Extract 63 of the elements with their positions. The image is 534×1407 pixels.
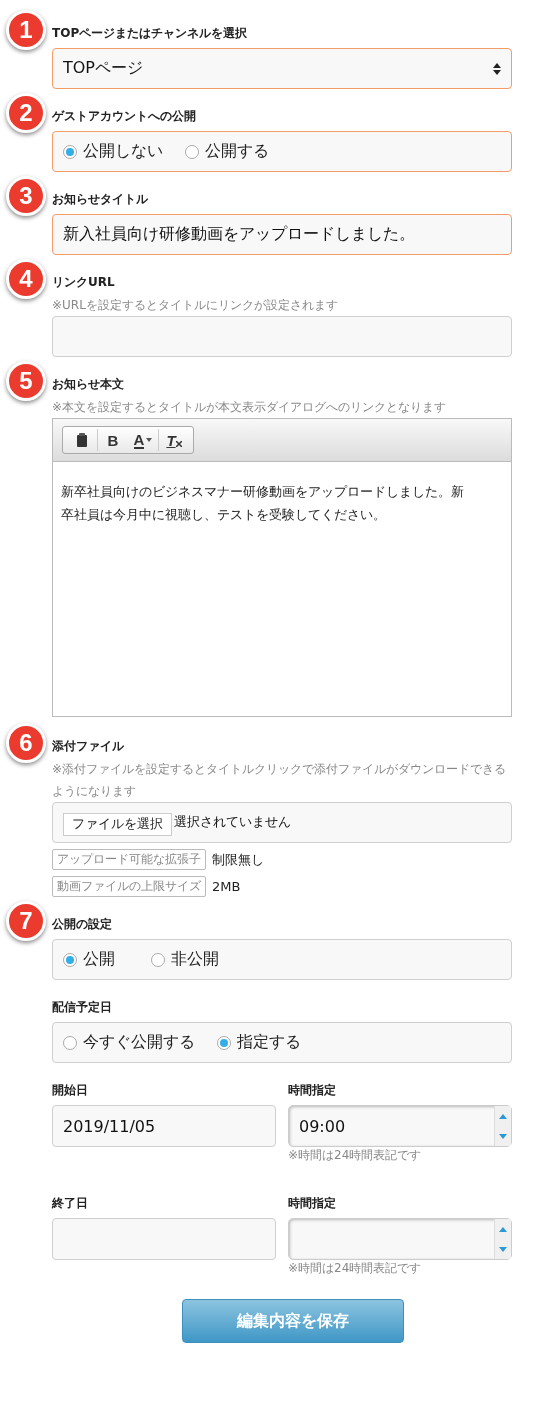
hint-text: ※時間は24時間表記です (288, 1260, 423, 1277)
text-color-button[interactable]: A (128, 429, 158, 451)
radio-option[interactable]: 公開しない (63, 141, 163, 162)
field-label: 添付ファイル (52, 738, 125, 755)
step-number: 6 (6, 723, 46, 763)
field-label: お知らせタイトル (52, 191, 149, 208)
date-field[interactable]: 2019/11/05 (52, 1105, 276, 1147)
file-status: 選択されていません (174, 813, 291, 831)
step-number: 5 (6, 361, 46, 401)
field-label: 配信予定日 (52, 999, 113, 1016)
caret-icon (146, 438, 153, 442)
bold-button[interactable]: B (97, 429, 128, 451)
radio-button[interactable] (217, 1035, 231, 1050)
radio-option[interactable]: 指定する (217, 1032, 301, 1053)
radio-button[interactable] (63, 144, 77, 159)
time-field[interactable]: 09:00 (288, 1105, 512, 1147)
file-field[interactable]: ファイルを選択 選択されていません (52, 802, 512, 843)
choose-file-button[interactable]: ファイルを選択 (63, 813, 172, 836)
hint-text: ※添付ファイルを設定するとタイトルクリックで添付ファイルがダウンロードできるようになります (52, 761, 508, 800)
field-label: ゲストアカウントへの公開 (52, 108, 197, 125)
radio-button[interactable] (63, 1035, 77, 1050)
up-arrow-icon (499, 1113, 507, 1119)
updown-icon (493, 62, 501, 75)
field-label: お知らせ本文 (52, 376, 125, 393)
step-number: 4 (6, 259, 46, 299)
hint-text: ※本文を設定するとタイトルが本文表示ダイアログへのリンクとなります (52, 399, 448, 416)
cross-icon (175, 441, 182, 447)
radio-option[interactable]: 今すぐ公開する (63, 1032, 195, 1053)
down-arrow-icon (499, 1133, 507, 1139)
rich-text-editor[interactable]: B A T 新卒社員向けのビジネスマナー研修動画をアップロードしました。新卒社員は今月中に視聴し、テストを受験してください。 (52, 418, 512, 717)
down-arrow-icon (499, 1246, 507, 1252)
step-number: 1 (6, 10, 46, 50)
clipboard-icon (76, 432, 88, 448)
field-label: 時間指定 (288, 1195, 337, 1212)
step-number: 7 (6, 901, 46, 941)
info-value: 2MB (212, 879, 241, 894)
radio-button[interactable] (151, 952, 165, 967)
hint-text: ※時間は24時間表記です (288, 1147, 423, 1164)
channel-select[interactable]: TOPページ (52, 48, 512, 89)
clear-format-button[interactable]: T (158, 429, 189, 451)
field-label: TOPページまたはチャンネルを選択 (52, 25, 249, 42)
field-label: 時間指定 (288, 1082, 337, 1099)
radio-option[interactable]: 公開 (63, 949, 115, 970)
text-field[interactable]: 新入社員向け研修動画をアップロードしました。 (52, 214, 512, 255)
step-number: 2 (6, 93, 46, 133)
info-label: アップロード可能な拡張子 (52, 849, 206, 870)
field-label: 公開の設定 (52, 916, 113, 933)
hint-text: ※URLを設定するとタイトルにリンクが設定されます (52, 297, 339, 314)
field-label: 開始日 (52, 1082, 89, 1099)
info-value: 制限無し (212, 850, 264, 869)
field-label: 終了日 (52, 1195, 89, 1212)
radio-option[interactable]: 公開する (185, 141, 269, 162)
radio-option[interactable]: 非公開 (151, 949, 219, 970)
text-field[interactable] (52, 316, 512, 357)
radio-button[interactable] (63, 952, 77, 967)
editor-text: 新卒社員向けのビジネスマナー研修動画をアップロードしました。新卒社員は今月中に視聴し、テストを受験してください。 (60, 483, 465, 524)
up-arrow-icon (499, 1226, 507, 1232)
date-field[interactable] (52, 1218, 276, 1260)
field-label: リンクURL (52, 274, 116, 291)
time-field[interactable] (288, 1218, 512, 1260)
radio-button[interactable] (185, 144, 199, 159)
step-number: 3 (6, 176, 46, 216)
info-label: 動画ファイルの上限サイズ (52, 876, 206, 897)
